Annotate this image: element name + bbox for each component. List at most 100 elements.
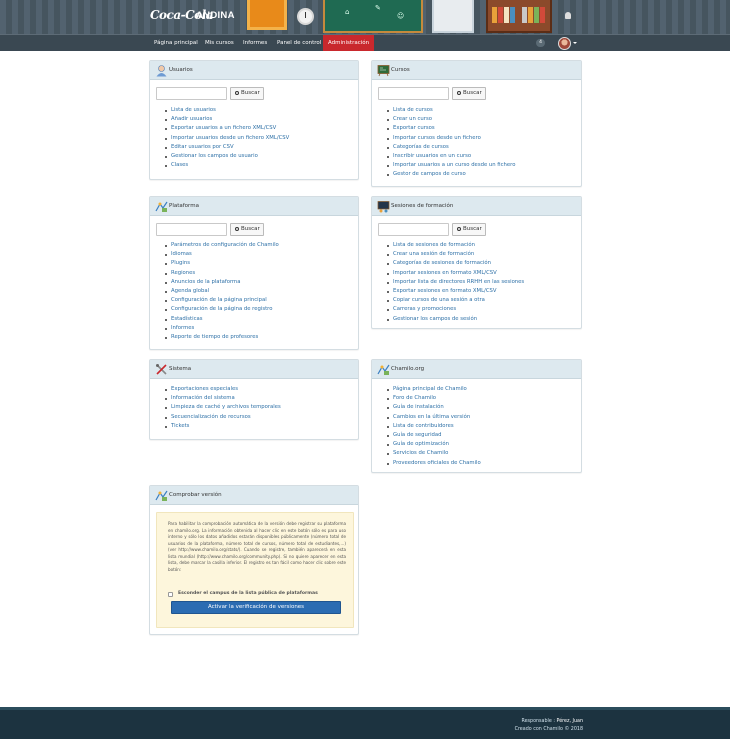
clock-decoration-icon (297, 8, 314, 25)
platform-search-input[interactable] (156, 223, 227, 236)
link-reports[interactable]: Informes (164, 324, 279, 333)
link-chamilo-forum[interactable]: Foro de Chamilo (386, 394, 481, 403)
link-global-agenda[interactable]: Agenda global (164, 287, 279, 296)
search-button-label: Buscar (463, 226, 482, 232)
panel-title: Sesiones de formación (391, 203, 454, 209)
link-chamilo-home[interactable]: Página principal de Chamilo (386, 385, 481, 394)
link-course-fields[interactable]: Gestor de campos de curso (386, 170, 515, 179)
link-languages[interactable]: Idiomas (164, 250, 279, 259)
site-header: Coca-Cola ANDINA ⌂ ✎ ☺ (0, 0, 730, 34)
panel-users: Usuarios Buscar Lista de usuarios Añadir… (149, 60, 359, 180)
bookshelf-decoration (486, 0, 552, 33)
panel-header: Cursos (372, 61, 581, 80)
link-import-courses[interactable]: Importar cursos desde un fichero (386, 134, 515, 143)
link-import-sessions[interactable]: Importar sesiones en formato XML/CSV (386, 269, 524, 278)
link-create-course[interactable]: Crear un curso (386, 115, 515, 124)
panel-header: Sesiones de formación (372, 197, 581, 216)
link-chamilo-services[interactable]: Servicios de Chamilo (386, 449, 481, 458)
link-regions[interactable]: Regiones (164, 269, 279, 278)
responsable-name[interactable]: Pérez, Juan (557, 719, 584, 724)
user-avatar[interactable] (558, 37, 571, 50)
link-session-categories[interactable]: Categorías de sesiones de formación (386, 259, 524, 268)
link-system-info[interactable]: Información del sistema (164, 394, 281, 403)
panel-title: Chamilo.org (391, 366, 425, 372)
link-config-params[interactable]: Parámetros de configuración de Chamilo (164, 241, 279, 250)
nav-reports[interactable]: Informes (238, 35, 272, 51)
link-cache-cleanup[interactable]: Limpieza de caché y archivos temporales (164, 403, 281, 412)
link-announcements[interactable]: Anuncios de la plataforma (164, 278, 279, 287)
chamilo-icon (377, 364, 390, 375)
hide-campus-checkbox[interactable] (168, 592, 173, 597)
andina-logo[interactable]: ANDINA (196, 10, 235, 21)
sessions-links: Lista de sesiones de formación Crear una… (386, 241, 524, 324)
link-statistics[interactable]: Estadísticas (164, 315, 279, 324)
courses-search-button[interactable]: Buscar (452, 87, 486, 100)
link-export-users[interactable]: Exportar usuarios a un fichero XML/CSV (164, 124, 289, 133)
link-export-courses[interactable]: Exportar cursos (386, 124, 515, 133)
link-install-guide[interactable]: Guía de instalación (386, 403, 481, 412)
link-plugins[interactable]: Plugins (164, 259, 279, 268)
main-navbar: Página principal Mis cursos Informes Pan… (0, 34, 730, 51)
search-icon (457, 90, 461, 95)
chamilo-links: Página principal de Chamilo Foro de Cham… (386, 385, 481, 468)
footer-created-with[interactable]: Creado con Chamilo © 2018 (515, 727, 583, 732)
link-subscribe-users[interactable]: Inscribir usuarios en un curso (386, 152, 515, 161)
link-course-categories[interactable]: Categorías de cursos (386, 143, 515, 152)
panel-version-check: Comprobar versión Para habilitar la comp… (149, 485, 359, 635)
sessions-search-input[interactable] (378, 223, 449, 236)
sessions-search-button[interactable]: Buscar (452, 223, 486, 236)
link-create-session[interactable]: Crear una sesión de formación (386, 250, 524, 259)
link-session-fields[interactable]: Gestionar los campos de sesión (386, 315, 524, 324)
platform-icon (155, 201, 168, 212)
panel-title: Comprobar versión (169, 492, 222, 498)
link-careers[interactable]: Carreras y promociones (386, 305, 524, 314)
link-user-fields[interactable]: Gestionar los campos de usuario (164, 152, 289, 161)
link-edit-users-csv[interactable]: Editar usuarios por CSV (164, 143, 289, 152)
chevron-down-icon[interactable] (573, 42, 577, 44)
link-export-sessions[interactable]: Exportar sesiones en formato XML/CSV (386, 287, 524, 296)
link-tickets[interactable]: Tickets (164, 422, 281, 431)
notification-badge[interactable]: 4 (536, 39, 545, 47)
link-homepage-config[interactable]: Configuración de la página principal (164, 296, 279, 305)
link-security-guide[interactable]: Guía de seguridad (386, 431, 481, 440)
link-session-list[interactable]: Lista de sesiones de formación (386, 241, 524, 250)
paper-decoration (432, 0, 474, 33)
nav-home[interactable]: Página principal (149, 35, 203, 51)
link-official-providers[interactable]: Proveedores oficiales de Chamilo (386, 459, 481, 468)
panel-sessions: Sesiones de formación Buscar Lista de se… (371, 196, 582, 329)
link-user-list[interactable]: Lista de usuarios (164, 106, 289, 115)
nav-administration[interactable]: Administración (323, 35, 375, 51)
link-resource-sequencing[interactable]: Secuencialización de recursos (164, 413, 281, 422)
platform-search-button[interactable]: Buscar (230, 223, 264, 236)
nav-my-courses[interactable]: Mis cursos (200, 35, 239, 51)
nav-dashboard[interactable]: Panel de control (272, 35, 326, 51)
link-classes[interactable]: Clases (164, 161, 289, 170)
link-copy-courses[interactable]: Copiar cursos de una sesión a otra (386, 296, 524, 305)
user-icon (156, 65, 167, 77)
link-import-users[interactable]: Importar usuarios desde un fichero XML/C… (164, 134, 289, 143)
search-icon (235, 226, 239, 231)
link-teacher-time[interactable]: Reporte de tiempo de profesores (164, 333, 279, 342)
activate-version-check-button[interactable]: Activar la verificación de versiones (171, 601, 341, 614)
search-button-label: Buscar (463, 90, 482, 96)
search-icon (457, 226, 461, 231)
responsable-label: Responsable : (521, 719, 555, 724)
panel-system: Sistema Exportaciones especiales Informa… (149, 359, 359, 440)
courses-search-input[interactable] (378, 87, 449, 100)
panel-title: Cursos (391, 67, 410, 73)
users-search-button[interactable]: Buscar (230, 87, 264, 100)
link-contributors[interactable]: Lista de contribuidores (386, 422, 481, 431)
link-optimization-guide[interactable]: Guía de optimización (386, 440, 481, 449)
version-icon (155, 490, 168, 501)
chalkboard-icon (377, 65, 390, 77)
link-add-users[interactable]: Añadir usuarios (164, 115, 289, 124)
link-registration-config[interactable]: Configuración de la página de registro (164, 305, 279, 314)
link-import-users-course[interactable]: Importar usuarios a un curso desde un fi… (386, 161, 515, 170)
version-description: Para habilitar la comprobación automátic… (168, 521, 346, 572)
link-course-list[interactable]: Lista de cursos (386, 106, 515, 115)
users-search-input[interactable] (156, 87, 227, 100)
link-import-hr-managers[interactable]: Importar lista de directores RRHH en las… (386, 278, 524, 287)
decorative-frame (247, 0, 287, 30)
link-changelog[interactable]: Cambios en la última versión (386, 413, 481, 422)
link-special-exports[interactable]: Exportaciones especiales (164, 385, 281, 394)
